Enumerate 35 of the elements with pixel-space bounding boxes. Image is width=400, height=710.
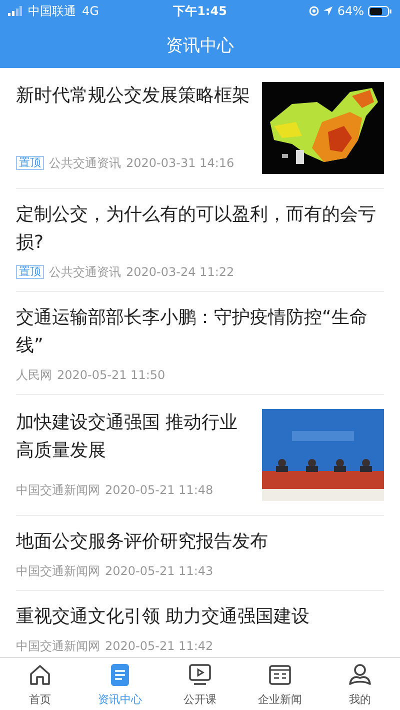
article-title[interactable]: 交通运输部部长李小鹏：守护疫情防控“生命线”: [16, 304, 384, 360]
article-date: 2020-05-21 11:48: [105, 483, 214, 497]
carrier-name: 中国联通: [28, 2, 76, 20]
tab-item[interactable]: 首页: [0, 658, 80, 710]
location-icon: [323, 6, 334, 16]
network-type: 4G: [82, 4, 99, 18]
battery-percent: 64%: [337, 4, 364, 18]
article-source: 中国交通新闻网: [16, 639, 100, 653]
article-title[interactable]: 地面公交服务评价研究报告发布: [16, 528, 384, 556]
article-source: 中国交通新闻网: [16, 483, 100, 497]
page-title: 资讯中心: [166, 34, 234, 56]
article-date: 2020-05-21 11:50: [57, 368, 166, 382]
article-date: 2020-03-24 11:22: [126, 265, 234, 279]
article-date: 2020-03-31 14:16: [126, 156, 234, 170]
status-time: 下午1:45: [173, 2, 227, 20]
pinned-tag: 置顶: [16, 156, 44, 170]
lock-rotation-icon: [309, 6, 320, 16]
pinned-tag: 置顶: [16, 265, 44, 279]
tab-item[interactable]: 企业新闻: [240, 658, 320, 710]
article-source: 公共交通资讯: [49, 156, 121, 170]
article-source: 人民网: [16, 368, 52, 382]
person-icon: [347, 662, 373, 688]
article-title[interactable]: 重视交通文化引领 助力交通强国建设: [16, 603, 384, 631]
tab-item[interactable]: 我的: [320, 658, 400, 710]
video-screen-icon: [187, 662, 213, 688]
tab-item[interactable]: 公开课: [160, 658, 240, 710]
article-title[interactable]: 定制公交，为什么有的可以盈利，而有的会亏损?: [16, 201, 384, 257]
battery-icon: [368, 6, 392, 16]
article-title[interactable]: 新时代常规公交发展策略框架: [16, 82, 250, 110]
article-source: 公共交通资讯: [49, 265, 121, 279]
signal-icon: [8, 6, 22, 16]
article-date: 2020-05-21 11:42: [105, 639, 214, 653]
article-source: 中国交通新闻网: [16, 564, 100, 578]
article-title[interactable]: 加快建设交通强国 推动行业高质量发展: [16, 409, 250, 465]
article-date: 2020-05-21 11:43: [105, 564, 214, 578]
